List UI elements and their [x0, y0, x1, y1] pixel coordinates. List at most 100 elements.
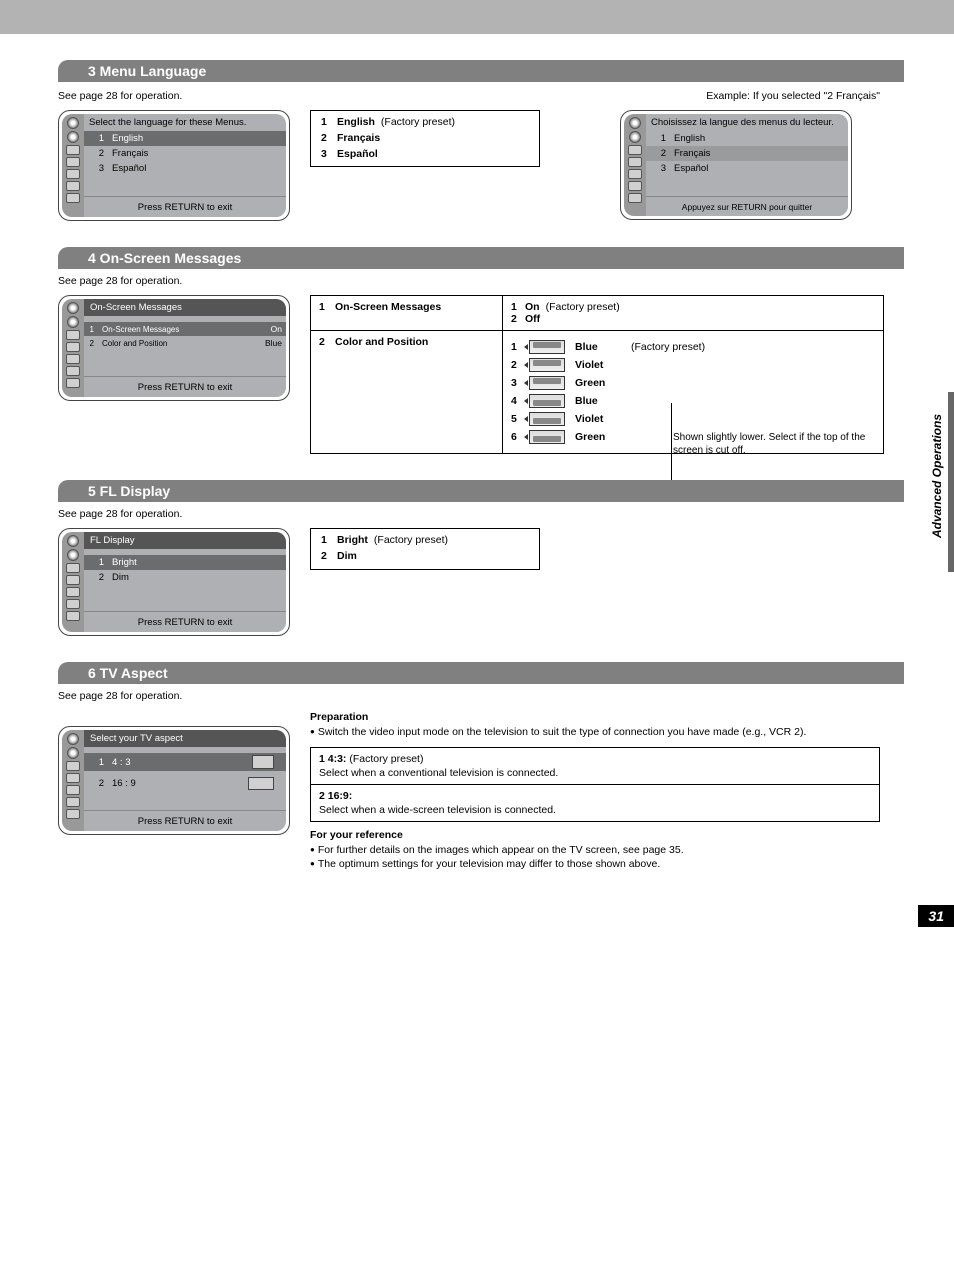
menu-icon-strip: [624, 114, 646, 216]
section5-header: 5 FL Display: [58, 480, 904, 502]
bar-icon: [66, 330, 80, 340]
top-gray-bar: [0, 0, 954, 34]
tv-aspect-options: 1 4:3: (Factory preset) Select when a co…: [310, 747, 880, 823]
osm-row1-opts: 1 On (Factory preset) 2 Off: [503, 296, 883, 330]
bar-icon: [628, 181, 642, 191]
tv-aspect-details: Preparation Switch the video input mode …: [310, 710, 880, 871]
fl-item-dim: 2 Dim: [84, 570, 286, 585]
position-icon: [529, 430, 565, 444]
bar-icon: [66, 157, 80, 167]
menu-item-francais-selected: 2 Français: [646, 146, 848, 161]
osm-row2-label: 2Color and Position: [311, 331, 503, 453]
bar-icon: [66, 575, 80, 585]
menu-title: Select your TV aspect: [84, 730, 286, 747]
section5-note: See page 28 for operation.: [58, 508, 904, 520]
menu-icon-strip: [62, 299, 84, 397]
bar-icon: [66, 761, 80, 771]
menu-language-osd-french: Choisissez la langue des menus du lecteu…: [620, 110, 852, 220]
opt-english: 1 English (Factory preset): [321, 115, 529, 131]
section-menu-language: 3 Menu Language See page 28 for operatio…: [58, 60, 904, 221]
menu-item-english: 1 English: [84, 131, 286, 146]
position-icon: [529, 358, 565, 372]
bar-icon: [628, 169, 642, 179]
disc-icon: [67, 535, 79, 547]
osm-row1-label: 1On-Screen Messages: [311, 296, 503, 330]
section-fl-display: 5 FL Display See page 28 for operation.: [58, 480, 904, 636]
menu-language-options: 1 English (Factory preset) 2 Français 3 …: [310, 110, 540, 167]
menu-icon-strip: [62, 532, 84, 632]
menu-item-english: 1 English: [646, 131, 848, 146]
aspect-item-43: 1 4 : 3: [84, 753, 286, 771]
bar-icon: [66, 773, 80, 783]
osm-options-table: 1On-Screen Messages 1 On (Factory preset…: [310, 295, 884, 454]
disc-icon: [67, 316, 79, 328]
bar-icon: [66, 145, 80, 155]
menu-title: On-Screen Messages: [84, 299, 286, 316]
bar-icon: [66, 563, 80, 573]
menu-footer: Press RETURN to exit: [84, 810, 286, 831]
reference-heading: For your reference: [310, 828, 880, 842]
section3-example-label: Example: If you selected "2 Français": [706, 90, 880, 102]
aspect-opt-43: 1 4:3: (Factory preset) Select when a co…: [311, 748, 879, 785]
fl-display-osd: FL Display 1 Bright 2 Dim Press RETURN t…: [58, 528, 290, 636]
position-icon: [529, 412, 565, 426]
disc-icon: [67, 302, 79, 314]
bar-icon: [66, 181, 80, 191]
preparation-heading: Preparation: [310, 710, 880, 724]
reference-line-1: For further details on the images which …: [310, 843, 880, 857]
bar-icon: [66, 785, 80, 795]
section6-header: 6 TV Aspect: [58, 662, 904, 684]
preparation-text: Switch the video input mode on the telev…: [310, 725, 880, 739]
disc-icon: [67, 131, 79, 143]
menu-footer: Appuyez sur RETURN pour quitter: [646, 196, 848, 216]
fl-display-options: 1 Bright (Factory preset) 2 Dim: [310, 528, 540, 570]
bar-icon: [66, 354, 80, 364]
menu-title: FL Display: [84, 532, 286, 549]
bar-icon: [66, 342, 80, 352]
bar-icon: [628, 193, 642, 203]
opt-bright: 1 Bright (Factory preset): [321, 533, 529, 549]
bar-icon: [66, 169, 80, 179]
bar-icon: [66, 809, 80, 819]
bar-icon: [66, 193, 80, 203]
menu-footer: Press RETURN to exit: [84, 611, 286, 632]
section4-note: See page 28 for operation.: [58, 275, 904, 287]
disc-icon: [629, 131, 641, 143]
menu-title: Select the language for these Menus.: [84, 114, 286, 131]
bar-icon: [66, 797, 80, 807]
bar-icon: [66, 587, 80, 597]
osm-osd: On-Screen Messages 1 On-Screen Messages …: [58, 295, 290, 401]
bracket-note: Shown slightly lower. Select if the top …: [673, 431, 873, 457]
reference-line-2: The optimum settings for your television…: [310, 857, 880, 871]
bar-icon: [66, 611, 80, 621]
page-number: 31: [918, 905, 954, 927]
disc-icon: [67, 747, 79, 759]
side-tab-bar: [948, 392, 954, 572]
osm-row2-opts: 1Blue (Factory preset) 2Violet 3Green 4B…: [503, 331, 883, 453]
osm-item-1: 1 On-Screen Messages On: [84, 322, 286, 336]
section3-header: 3 Menu Language: [58, 60, 904, 82]
bar-icon: [66, 378, 80, 388]
bar-icon: [628, 145, 642, 155]
menu-item-espanol: 3 Español: [646, 161, 848, 176]
position-icon: [529, 376, 565, 390]
position-icon: [529, 340, 565, 354]
aspect-item-169: 2 16 : 9: [84, 775, 286, 792]
opt-dim: 2 Dim: [321, 549, 529, 565]
opt-espanol: 3 Español: [321, 147, 529, 163]
position-icon: [529, 394, 565, 408]
menu-language-osd: Select the language for these Menus. 1 E…: [58, 110, 290, 221]
menu-item-francais: 2 Français: [84, 146, 286, 161]
aspect-43-icon: [252, 755, 274, 769]
bar-icon: [66, 366, 80, 376]
section-tv-aspect: 6 TV Aspect See page 28 for operation.: [58, 662, 904, 871]
menu-title: Choisissez la langue des menus du lecteu…: [646, 114, 848, 131]
menu-icon-strip: [62, 730, 84, 831]
aspect-169-icon: [248, 777, 274, 790]
section6-note: See page 28 for operation.: [58, 690, 904, 702]
bar-icon: [628, 157, 642, 167]
disc-icon: [629, 117, 641, 129]
aspect-opt-169: 2 16:9: Select when a wide-screen televi…: [311, 785, 879, 821]
section4-header: 4 On-Screen Messages: [58, 247, 904, 269]
osm-item-2: 2 Color and Position Blue: [84, 336, 286, 350]
